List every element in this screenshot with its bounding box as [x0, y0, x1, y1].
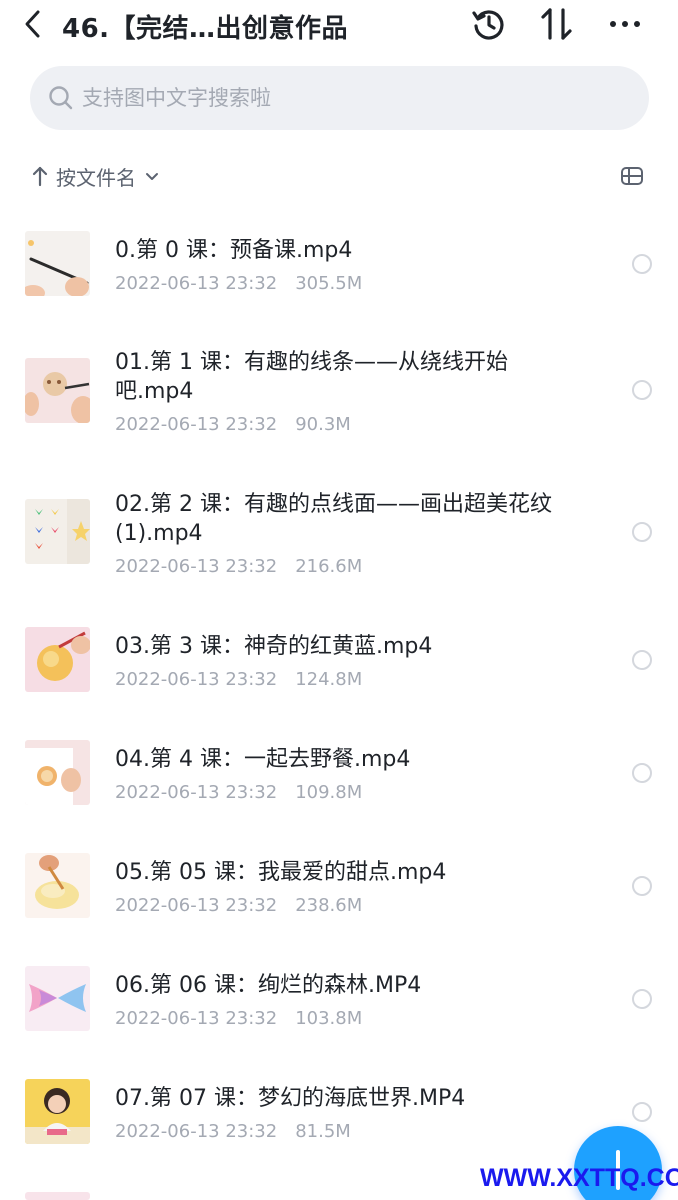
file-meta: 2022-06-13 23:32 216.6M [115, 556, 362, 577]
select-radio[interactable] [632, 1102, 652, 1122]
select-radio[interactable] [632, 876, 652, 896]
file-meta: 2022-06-13 23:32 238.6M [115, 895, 362, 916]
list-item[interactable]: 06.第 06 课：绚烂的森林.MP4 2022-06-13 23:32 103.… [0, 955, 678, 1045]
file-date: 2022-06-13 23:32 [115, 895, 278, 916]
list-item[interactable]: 02.第 2 课：有趣的点线面——画出超美花纹 (1).mp4 2022-06-… [0, 476, 678, 588]
file-size: 90.3M [295, 414, 351, 435]
list-item[interactable]: 05.第 05 课：我最爱的甜点.mp4 2022-06-13 23:32 238… [0, 842, 678, 932]
file-name: 06.第 06 课：绚烂的森林.MP4 [115, 973, 422, 998]
top-bar: 46.【完结…出创意作品 [0, 0, 678, 52]
list-item[interactable]: 0.第 0 课：预备课.mp4 2022-06-13 23:32 305.5M [0, 220, 678, 310]
file-meta: 2022-06-13 23:32 81.5M [115, 1121, 351, 1142]
sort-selector[interactable]: 按文件名 [30, 158, 160, 194]
select-radio[interactable] [632, 989, 652, 1009]
watermark: WWW.XXTTQ.COM [480, 1164, 678, 1192]
file-size: 109.8M [295, 782, 363, 803]
list-item[interactable]: 03.第 3 课：神奇的红黄蓝.mp4 2022-06-13 23:32 124.… [0, 616, 678, 706]
file-size: 305.5M [295, 273, 363, 294]
file-date: 2022-06-13 23:32 [115, 273, 278, 294]
file-date: 2022-06-13 23:32 [115, 556, 278, 577]
select-radio[interactable] [632, 380, 652, 400]
file-name: 04.第 4 课：一起去野餐.mp4 [115, 747, 411, 772]
file-meta: 2022-06-13 23:32 90.3M [115, 414, 351, 435]
file-name: 03.第 3 课：神奇的红黄蓝.mp4 [115, 634, 433, 659]
file-name: 07.第 07 课：梦幻的海底世界.MP4 [115, 1086, 466, 1111]
file-meta: 2022-06-13 23:32 103.8M [115, 1008, 362, 1029]
list-item[interactable]: 07.第 07 课：梦幻的海底世界.MP4 2022-06-13 23:32 81… [0, 1068, 678, 1158]
chevron-down-icon [146, 173, 158, 180]
video-thumbnail [25, 740, 90, 805]
video-thumbnail [25, 853, 90, 918]
select-radio[interactable] [632, 254, 652, 274]
file-size: 124.8M [295, 669, 363, 690]
file-meta: 2022-06-13 23:32 109.8M [115, 782, 362, 803]
back-arrow-icon[interactable] [18, 6, 46, 42]
sort-ascending-icon [32, 166, 48, 187]
video-thumbnail [25, 231, 90, 296]
select-radio[interactable] [632, 522, 652, 542]
file-date: 2022-06-13 23:32 [115, 1008, 278, 1029]
sort-label: 按文件名 [56, 165, 136, 190]
file-date: 2022-06-13 23:32 [115, 1121, 278, 1142]
video-thumbnail [25, 966, 90, 1031]
search-input[interactable] [82, 82, 622, 114]
file-size: 238.6M [295, 895, 363, 916]
more-options-icon[interactable] [606, 5, 644, 43]
list-item[interactable]: 04.第 4 课：一起去野餐.mp4 2022-06-13 23:32 109.8… [0, 729, 678, 819]
select-radio[interactable] [632, 763, 652, 783]
file-size: 81.5M [295, 1121, 351, 1142]
list-item[interactable]: 01.第 1 课：有趣的线条——从绕线开始吧.mp4 2022-06-13 23… [0, 336, 678, 448]
file-date: 2022-06-13 23:32 [115, 414, 278, 435]
view-mode-icon[interactable] [620, 165, 644, 187]
video-thumbnail [25, 1079, 90, 1144]
history-icon[interactable] [470, 5, 508, 43]
file-size: 216.6M [295, 556, 363, 577]
file-size: 103.8M [295, 1008, 363, 1029]
file-name: 01.第 1 课：有趣的线条——从绕线开始吧.mp4 [115, 350, 508, 404]
search-bar[interactable] [30, 66, 649, 130]
select-radio[interactable] [632, 650, 652, 670]
file-name: 05.第 05 课：我最爱的甜点.mp4 [115, 860, 447, 885]
search-icon [49, 86, 73, 110]
video-thumbnail [25, 627, 90, 692]
file-meta: 2022-06-13 23:32 124.8M [115, 669, 362, 690]
file-date: 2022-06-13 23:32 [115, 782, 278, 803]
file-name: 0.第 0 课：预备课.mp4 [115, 238, 353, 263]
file-name: 02.第 2 课：有趣的点线面——画出超美花纹 (1).mp4 [115, 492, 552, 546]
video-thumbnail [25, 499, 90, 564]
file-date: 2022-06-13 23:32 [115, 669, 278, 690]
video-thumbnail [25, 1192, 90, 1200]
sort-order-icon[interactable] [538, 5, 576, 43]
file-meta: 2022-06-13 23:32 305.5M [115, 273, 362, 294]
video-thumbnail [25, 358, 90, 423]
page-title: 46.【完结…出创意作品 [62, 14, 349, 44]
